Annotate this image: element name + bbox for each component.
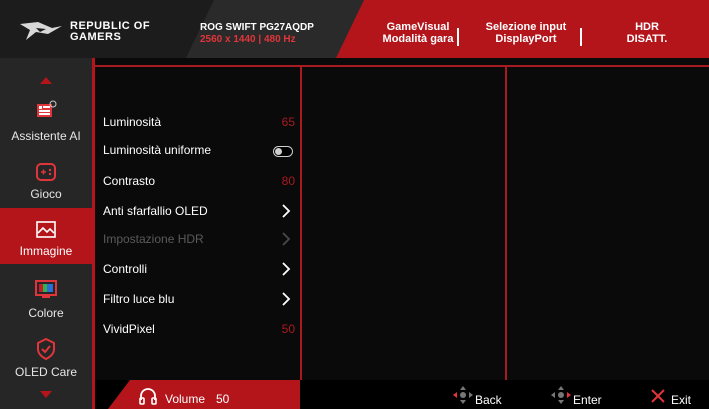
ai-assistant-icon [37,100,57,117]
headphones-icon [139,388,157,405]
menu-item-value: 65 [281,115,295,129]
volume-label: Volume [165,392,206,406]
hdr-value: DISATT. [626,33,668,45]
exit-label: Exit [671,393,692,407]
gamevisual-value: Modalità gara [382,33,454,45]
header-separator [457,28,459,46]
gamevisual-title: GameVisual [386,21,450,33]
rog-eye-logo-icon [20,22,62,40]
back-label: Back [475,393,502,407]
brand-text: REPUBLIC OF GAMERS [70,21,150,43]
input-title: Selezione input [485,21,567,33]
menu-item-label: Filtro luce blu [103,292,175,306]
sidebar-item-label: Colore [28,306,64,320]
gamevisual-status: GameVisual Modalità gara [368,21,468,45]
menu-item-label: Luminosità uniforme [103,143,212,157]
menu-item-label: Impostazione HDR [103,232,204,246]
menu-item-controlli[interactable]: Controlli [103,260,295,280]
image-icon [36,221,56,238]
menu-item-contrasto[interactable]: Contrasto 80 [103,172,295,192]
hdr-status: HDR DISATT. [612,21,682,45]
menu-item-vividpixel[interactable]: VividPixel 50 [103,320,295,340]
input-value: DisplayPort [495,33,557,45]
menu-item-value: 80 [281,174,295,188]
menu-item-luminosita[interactable]: Luminosità 65 [103,113,295,133]
volume-value: 50 [216,392,230,406]
gamepad-icon [36,163,56,181]
color-icon [35,280,57,298]
input-status: Selezione input DisplayPort [466,21,586,45]
menu-item-filtro-luce-blu[interactable]: Filtro luce blu [103,290,295,310]
menu-item-anti-sfarfallio[interactable]: Anti sfarfallio OLED [103,202,295,222]
menu-item-impostazione-hdr: Impostazione HDR [103,230,295,250]
model-name: ROG SWIFT PG27AQDP [200,22,314,33]
menu-item-luminosita-uniforme[interactable]: Luminosità uniforme [103,141,295,161]
shield-check-icon [37,337,55,361]
panel-top-border [95,65,709,67]
chevron-right-icon [282,232,291,246]
exit-x-icon[interactable] [650,388,666,404]
panel-divider [300,65,302,399]
panel-divider [505,65,507,399]
model-resolution: 2560 x 1440 | 480 Hz [200,34,296,45]
sidebar-item-gioco[interactable]: Gioco [0,155,92,211]
chevron-right-icon [282,204,291,218]
menu-item-label: Anti sfarfallio OLED [103,204,208,218]
sidebar-item-assistente-ai[interactable]: Assistente AI [0,95,92,151]
menu-item-label: VividPixel [103,322,155,336]
chevron-right-icon [282,262,291,276]
scroll-up-icon[interactable] [40,77,52,84]
model-info: ROG SWIFT PG27AQDP 2560 x 1440 | 480 Hz [200,22,314,46]
brand-line2: GAMERS [70,31,122,43]
enter-dpad-icon[interactable] [550,385,572,405]
sidebar-item-oled-care[interactable]: OLED Care [0,331,92,387]
chevron-right-icon [282,292,291,306]
menu-item-label: Controlli [103,262,148,276]
toggle-switch[interactable] [273,146,293,157]
header-separator [580,28,582,46]
menu-item-label: Luminosità [103,115,162,129]
sidebar-item-label: OLED Care [14,365,78,379]
enter-label: Enter [573,393,602,407]
menu-item-label: Contrasto [103,174,156,188]
back-dpad-icon[interactable] [452,385,474,405]
hdr-title: HDR [635,21,659,33]
sidebar-item-label: Assistente AI [11,129,81,143]
sidebar-item-immagine[interactable]: Immagine [0,208,92,264]
menu-item-value: 50 [281,322,295,336]
sidebar-item-label: Immagine [19,244,73,258]
sidebar-item-colore[interactable]: Colore [0,272,92,328]
sidebar-divider [92,58,95,409]
scroll-down-icon[interactable] [40,391,52,398]
sidebar-item-label: Gioco [30,187,62,201]
